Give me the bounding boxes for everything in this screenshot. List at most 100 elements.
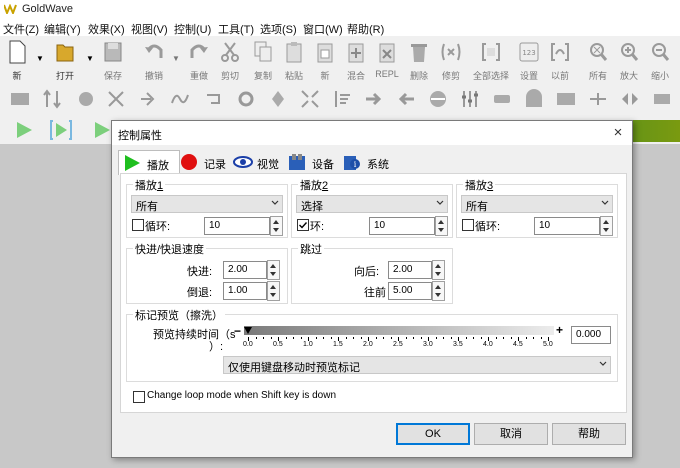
new-button[interactable]: 新 — [2, 38, 32, 82]
rewind-speed-input[interactable]: 1.00 — [223, 282, 267, 300]
play3-loop-input[interactable]: 10 — [534, 217, 600, 235]
select-all-button[interactable]: 全部选择 — [473, 38, 509, 82]
play1-loop-spinner[interactable] — [270, 216, 283, 236]
menu-view[interactable]: 视图(V) — [131, 21, 168, 37]
skip-back-input[interactable]: 2.00 — [388, 261, 432, 279]
menu-tools[interactable]: 工具(T) — [218, 21, 254, 37]
play2-loop-input[interactable]: 10 — [369, 217, 435, 235]
slider-tick-label: 1.0 — [303, 341, 313, 348]
cut-button[interactable]: 剪切 — [215, 38, 245, 82]
tab-system[interactable]: i 系统 — [343, 151, 395, 173]
tab-play[interactable]: 播放 — [118, 150, 180, 175]
slider-tick — [285, 337, 287, 339]
preview-duration-slider[interactable]: − + 0.0 0.5 1.0 1.5 2.0 2.5 3.0 3.5 4.0 4.5 5.0 — [234, 323, 564, 351]
preview-duration-input[interactable]: 0.000 — [571, 326, 611, 344]
record-tab-icon — [181, 154, 197, 170]
menu-window[interactable]: 窗口(W) — [303, 21, 343, 37]
undo-button[interactable]: 撤销 — [139, 38, 169, 82]
slider-tick — [375, 337, 377, 339]
volume-effect-icon[interactable] — [460, 89, 480, 109]
compressor-effect-icon[interactable] — [620, 89, 640, 109]
play2-loop-checkbox[interactable] — [297, 219, 309, 231]
reverb-effect-icon[interactable] — [428, 89, 448, 109]
slider-thumb-icon[interactable] — [244, 327, 252, 334]
undo-dropdown-icon[interactable]: ▼ — [172, 54, 180, 63]
speech-filter-effect-icon[interactable] — [556, 89, 576, 109]
previous-button[interactable]: 以前 — [545, 38, 575, 82]
slider-tick — [263, 337, 264, 339]
menu-control[interactable]: 控制(U) — [174, 21, 211, 37]
offset-effect-icon[interactable] — [268, 89, 288, 109]
play1-mode-select[interactable]: 所有 — [131, 195, 283, 213]
filter-effect-icon[interactable] — [170, 89, 190, 109]
pan-effect-icon[interactable] — [300, 89, 320, 109]
slider-tick — [525, 337, 527, 339]
shift-loop-checkbox[interactable] — [133, 391, 145, 403]
help-button[interactable]: 帮助 — [552, 423, 626, 445]
play-icon[interactable] — [14, 120, 34, 140]
pitch-effect-icon[interactable] — [332, 89, 352, 109]
playback-rate-effect-icon[interactable] — [364, 89, 384, 109]
play1-loop-input[interactable]: 10 — [204, 217, 270, 235]
new-dropdown-icon[interactable]: ▼ — [36, 54, 44, 63]
slider-tick — [360, 337, 362, 339]
play2-group-title: 播放2 — [298, 177, 331, 193]
tab-record[interactable]: 记录 — [180, 151, 232, 173]
doppler-effect-icon[interactable] — [10, 89, 30, 109]
open-dropdown-icon[interactable]: ▼ — [86, 54, 94, 63]
open-button[interactable]: 打开 — [50, 38, 80, 82]
menu-effects[interactable]: 效果(X) — [88, 21, 125, 37]
forward-speed-input[interactable]: 2.00 — [223, 261, 267, 279]
dialog-title-bar: 控制属性 × — [112, 121, 632, 145]
noise-reduction-effect-icon[interactable] — [588, 89, 608, 109]
play3-loop-checkbox[interactable] — [462, 219, 474, 231]
trim-button[interactable]: 修剪 — [436, 38, 466, 82]
slider-tick — [533, 337, 534, 339]
play3-loop-spinner[interactable] — [600, 216, 613, 236]
cancel-button[interactable]: 取消 — [474, 423, 548, 445]
forward-speed-spinner[interactable] — [267, 260, 280, 280]
tab-visual[interactable]: 视觉 — [233, 151, 285, 173]
dynamics-effect-icon[interactable] — [42, 89, 62, 109]
reverse-effect-icon[interactable] — [396, 89, 416, 109]
skip-group-title: 跳过 — [298, 241, 324, 257]
menu-edit[interactable]: 编辑(Y) — [44, 21, 81, 37]
play2-loop-spinner[interactable] — [435, 216, 448, 236]
fade-in-effect-icon[interactable] — [138, 89, 158, 109]
equalizer-effect-icon[interactable] — [106, 89, 126, 109]
stereo-effect-icon[interactable] — [492, 89, 512, 109]
slider-plus-button[interactable]: + — [556, 323, 563, 337]
menu-options[interactable]: 选项(S) — [260, 21, 297, 37]
play-selection-icon[interactable] — [50, 120, 72, 140]
dialog-close-button[interactable]: × — [608, 123, 628, 143]
play-to-end-icon[interactable] — [92, 120, 112, 140]
mechanize-effect-icon[interactable] — [236, 89, 256, 109]
tab-devices[interactable]: 设备 — [288, 151, 340, 173]
menu-file[interactable]: 文件(Z) — [3, 21, 39, 37]
svg-text:i: i — [354, 160, 357, 169]
echo-effect-icon[interactable] — [76, 89, 96, 109]
chevron-down-icon — [436, 200, 444, 205]
zoom-out-button[interactable]: 缩小 — [645, 38, 675, 82]
ok-button[interactable]: OK — [396, 423, 470, 445]
slider-tick — [510, 337, 512, 339]
speed-group-title: 快进/快退速度 — [133, 241, 207, 257]
time-warp-effect-icon[interactable] — [652, 89, 672, 109]
rewind-speed-spinner[interactable] — [267, 281, 280, 301]
zoom-all-icon — [590, 43, 608, 61]
resample-effect-icon[interactable] — [524, 89, 544, 109]
play2-mode-select[interactable]: 选择 — [296, 195, 448, 213]
save-button[interactable]: 保存 — [98, 38, 128, 82]
menu-help[interactable]: 帮助(R) — [347, 21, 384, 37]
skip-back-spinner[interactable] — [432, 260, 445, 280]
preview-mode-select[interactable]: 仅使用键盘移动时预览标记 — [223, 356, 611, 374]
skip-forward-spinner[interactable] — [432, 281, 445, 301]
slider-minus-button[interactable]: − — [234, 324, 241, 338]
play1-loop-checkbox[interactable] — [132, 219, 144, 231]
slider-tick — [480, 337, 482, 339]
slider-tick — [420, 337, 422, 339]
play3-mode-select[interactable]: 所有 — [461, 195, 613, 213]
slider-tick — [473, 337, 474, 339]
skip-forward-input[interactable]: 5.00 — [388, 282, 432, 300]
invert-effect-icon[interactable] — [204, 89, 224, 109]
